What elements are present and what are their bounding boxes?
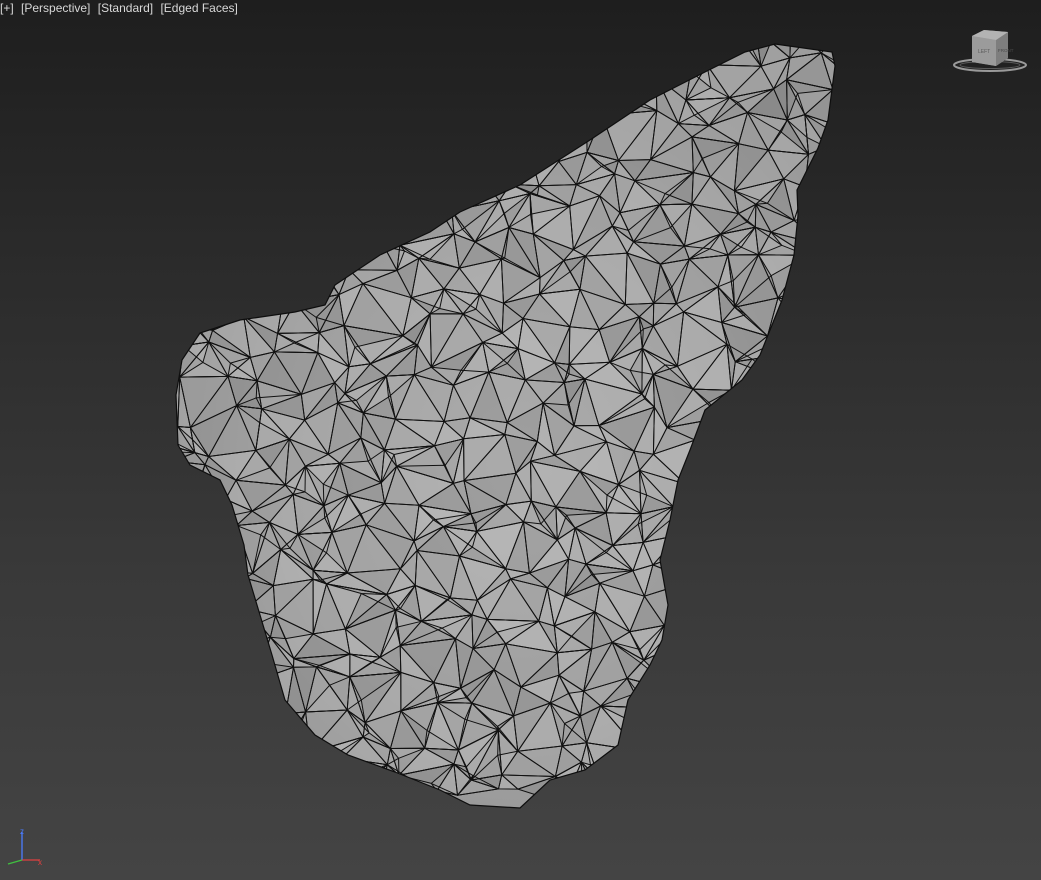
viewcube-face-left: LEFT — [978, 49, 990, 55]
mesh-face — [527, 128, 559, 162]
mesh-face — [285, 712, 306, 737]
mesh-edge — [225, 636, 271, 664]
mesh-edge — [225, 636, 271, 683]
mesh-face — [176, 377, 180, 427]
mesh-face — [794, 213, 835, 245]
axis-tripod-icon: z x — [7, 827, 42, 867]
mesh-face — [778, 297, 830, 314]
viewcube-icon[interactable]: LEFT FRONT — [950, 28, 1030, 76]
mesh-edge — [526, 128, 560, 162]
viewport-display-mode-menu[interactable]: [Edged Faces] — [160, 1, 237, 16]
mesh-face — [176, 397, 178, 427]
mesh-face — [664, 614, 688, 647]
axis-x-label: x — [38, 858, 42, 867]
mesh-face — [664, 580, 694, 626]
mesh-edge — [793, 213, 835, 246]
viewport-shading-menu[interactable]: [Standard] — [98, 1, 153, 16]
mesh-edge — [663, 613, 688, 634]
mesh-edge — [580, 761, 602, 803]
mesh-face — [510, 143, 540, 186]
mesh-edge — [176, 419, 179, 442]
mesh-edge — [663, 580, 694, 626]
mesh-face — [184, 316, 213, 331]
mesh-face — [225, 637, 271, 683]
viewport-label-menu: [+] [Perspective] [Standard] [Edged Face… — [0, 1, 242, 16]
axis-z-label: z — [20, 827, 24, 836]
mesh-face — [731, 361, 776, 391]
mesh-shading — [176, 44, 835, 804]
viewport-general-menu[interactable]: [+] — [0, 1, 14, 16]
mesh-face — [184, 284, 213, 331]
mesh-edge — [793, 186, 835, 221]
mesh-edge — [345, 764, 388, 800]
mesh-edge — [176, 419, 179, 441]
mesh-edge — [663, 613, 688, 648]
viewcube-face-front: FRONT — [998, 48, 1014, 53]
perspective-viewport[interactable]: [+] [Perspective] [Standard] [Edged Face… — [0, 0, 1041, 880]
rock-mesh[interactable] — [0, 0, 1041, 880]
mesh-face — [251, 667, 294, 714]
mesh-edge — [184, 316, 214, 331]
mesh-face — [225, 637, 271, 663]
viewport-point-of-view-menu[interactable]: [Perspective] — [21, 1, 90, 16]
mesh-face — [176, 419, 178, 442]
mesh-face — [664, 614, 688, 634]
mesh-edge — [184, 283, 214, 331]
mesh-face — [176, 419, 178, 440]
mesh-face — [345, 764, 388, 799]
mesh-edge — [176, 397, 179, 427]
mesh-edge — [176, 376, 181, 427]
mesh-face — [794, 186, 835, 221]
mesh-edge — [777, 297, 830, 315]
